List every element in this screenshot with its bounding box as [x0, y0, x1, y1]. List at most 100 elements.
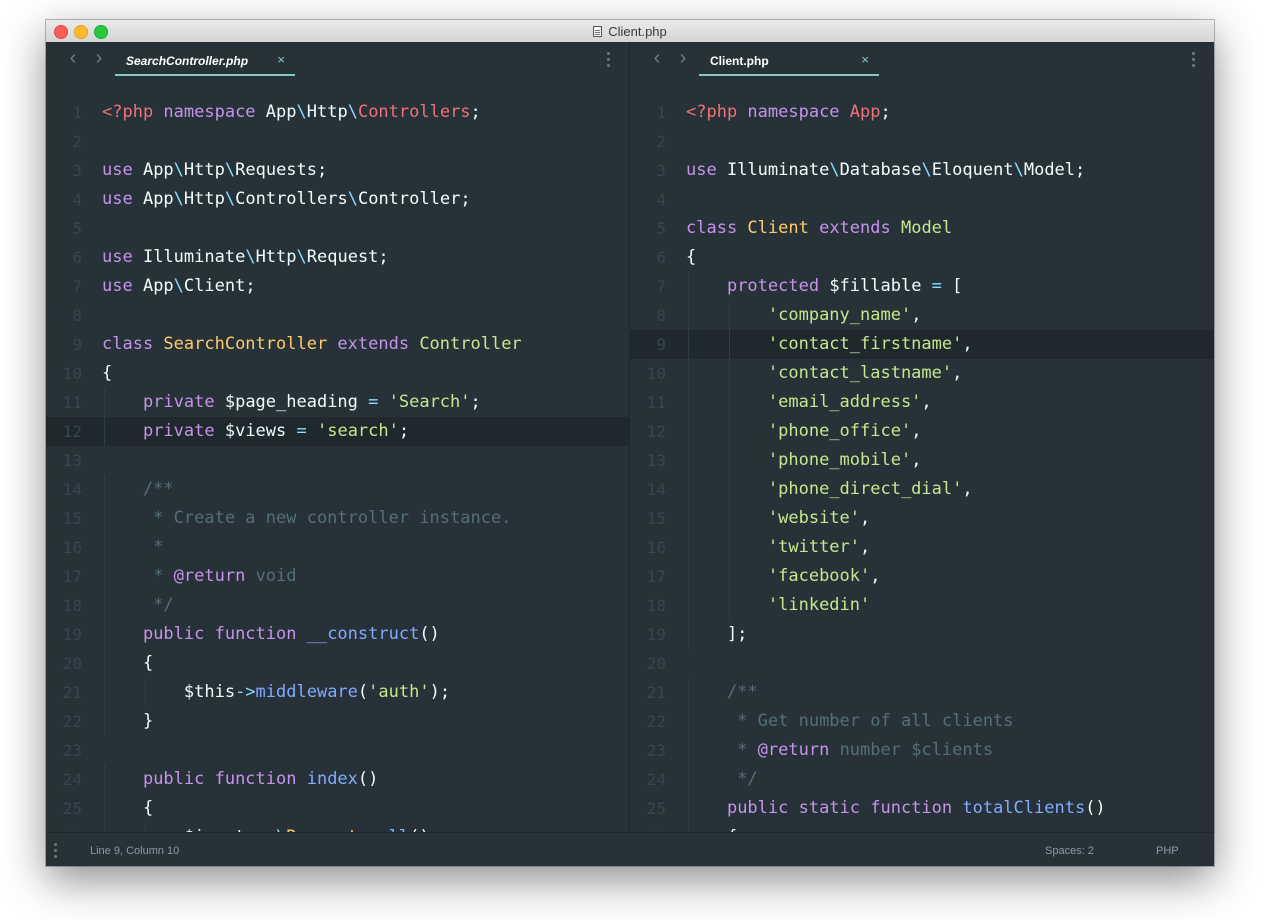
- line-text: 'company_name',: [686, 301, 922, 330]
- code-line[interactable]: 11 'email_address',: [630, 388, 1214, 417]
- back-arrow-icon[interactable]: ‹: [650, 48, 664, 68]
- code-line[interactable]: 21 /**: [630, 678, 1214, 707]
- tab-searchcontroller[interactable]: SearchController.php ×: [115, 42, 295, 76]
- code-line[interactable]: 10 {: [46, 359, 629, 388]
- tab-close-icon[interactable]: ×: [861, 52, 869, 67]
- code-line[interactable]: 13 'phone_mobile',: [630, 446, 1214, 475]
- code-line[interactable]: 19 ];: [630, 620, 1214, 649]
- code-line[interactable]: 14 /**: [46, 475, 629, 504]
- tab-close-icon[interactable]: ×: [277, 52, 285, 67]
- code-line[interactable]: 2: [46, 127, 629, 156]
- code-line[interactable]: 18 'linkedin': [630, 591, 1214, 620]
- code-token: private: [142, 392, 225, 412]
- code-line[interactable]: 8: [46, 301, 629, 330]
- code-token: \: [224, 189, 236, 209]
- code-area[interactable]: 1 <?php namespace App\Http\Controllers; 2 3…: [46, 98, 629, 832]
- cursor-position[interactable]: Line 9, Column 10: [90, 845, 179, 857]
- code-line[interactable]: 6 use Illuminate\Http\Request;: [46, 243, 629, 272]
- line-number: 17: [646, 567, 666, 586]
- code-token: */: [726, 769, 758, 789]
- code-line[interactable]: 5: [46, 214, 629, 243]
- forward-arrow-icon[interactable]: ›: [676, 48, 690, 68]
- code-line[interactable]: 1 <?php namespace App\Http\Controllers;: [46, 98, 629, 127]
- code-line[interactable]: 24 public function index(): [46, 765, 629, 794]
- code-line[interactable]: 25 {: [46, 794, 629, 823]
- pane-menu-icon[interactable]: [607, 52, 611, 68]
- line-number: 25: [62, 799, 82, 818]
- code-line[interactable]: 6{: [630, 243, 1214, 272]
- line-text: class SearchController extends Controlle…: [102, 330, 522, 359]
- code-line[interactable]: 8 'company_name',: [630, 301, 1214, 330]
- code-line[interactable]: 11 private $page_heading = 'Search';: [46, 388, 629, 417]
- line-text: 'email_address',: [686, 388, 932, 417]
- code-line[interactable]: 14 'phone_direct_dial',: [630, 475, 1214, 504]
- code-line[interactable]: 26 $input = \Request::all();: [46, 823, 629, 832]
- code-token: private: [142, 421, 225, 441]
- pane-menu-icon[interactable]: [1192, 52, 1196, 68]
- code-token: extends: [337, 334, 420, 354]
- left-editor-pane[interactable]: ‹ › SearchController.php × 1 <?php namesp…: [46, 42, 629, 832]
- code-line[interactable]: 4 use App\Http\Controllers\Controller;: [46, 185, 629, 214]
- code-token: (): [357, 769, 379, 789]
- code-line[interactable]: 3 use App\Http\Requests;: [46, 156, 629, 185]
- right-editor-pane[interactable]: ‹ › Client.php × 1 <?php namespace App; 2 3…: [630, 42, 1214, 832]
- code-line[interactable]: 5 class Client extends Model: [630, 214, 1214, 243]
- code-line[interactable]: 21 $this->middleware('auth');: [46, 678, 629, 707]
- code-line[interactable]: 26 {: [630, 823, 1214, 832]
- code-line[interactable]: 9 'contact_firstname',: [630, 330, 1214, 359]
- code-token: App: [849, 102, 881, 122]
- code-line[interactable]: 9 class SearchController extends Controll…: [46, 330, 629, 359]
- code-line[interactable]: 10 'contact_lastname',: [630, 359, 1214, 388]
- line-text: 'website',: [686, 504, 870, 533]
- code-token: 'phone_direct_dial': [767, 479, 963, 499]
- forward-arrow-icon[interactable]: ›: [92, 48, 106, 68]
- indentation-setting[interactable]: Spaces: 2: [1045, 845, 1094, 857]
- code-token: /**: [142, 479, 174, 499]
- line-number: 14: [62, 480, 82, 499]
- code-token: namespace: [747, 102, 850, 122]
- code-line[interactable]: 16 'twitter',: [630, 533, 1214, 562]
- code-line[interactable]: 13: [46, 446, 629, 475]
- syntax-mode[interactable]: PHP: [1156, 845, 1179, 857]
- code-line[interactable]: 15 * Create a new controller instance.: [46, 504, 629, 533]
- code-line[interactable]: 22 }: [46, 707, 629, 736]
- code-token: Controller;: [357, 189, 471, 209]
- code-area[interactable]: 1 <?php namespace App; 2 3 use Illuminate\Da…: [630, 98, 1214, 832]
- code-line[interactable]: 12 'phone_office',: [630, 417, 1214, 446]
- code-line[interactable]: 24 */: [630, 765, 1214, 794]
- code-line[interactable]: 3 use Illuminate\Database\Eloquent\Model;: [630, 156, 1214, 185]
- code-token: ,: [911, 450, 922, 470]
- code-line[interactable]: 23 * @return number $clients: [630, 736, 1214, 765]
- line-number: 14: [646, 480, 666, 499]
- code-line[interactable]: 16 *: [46, 533, 629, 562]
- code-line[interactable]: 15 'website',: [630, 504, 1214, 533]
- code-token: *: [142, 566, 174, 586]
- code-line[interactable]: 23: [46, 736, 629, 765]
- sidebar-toggle-icon[interactable]: [54, 843, 57, 861]
- code-token: ;: [880, 102, 891, 122]
- code-line[interactable]: 17 'facebook',: [630, 562, 1214, 591]
- code-line[interactable]: 19 public function __construct(): [46, 620, 629, 649]
- code-line[interactable]: 7 use App\Client;: [46, 272, 629, 301]
- line-number: 5: [72, 219, 82, 238]
- code-token: $fillable: [829, 276, 932, 296]
- tab-client[interactable]: Client.php ×: [699, 42, 879, 76]
- code-line[interactable]: 17 * @return void: [46, 562, 629, 591]
- code-token: 'twitter': [767, 537, 861, 557]
- code-line[interactable]: 25 public static function totalClients(): [630, 794, 1214, 823]
- code-line[interactable]: 4: [630, 185, 1214, 214]
- code-line[interactable]: 2: [630, 127, 1214, 156]
- line-text: {: [102, 359, 112, 388]
- code-line[interactable]: 7 protected $fillable = [: [630, 272, 1214, 301]
- line-text: /**: [102, 475, 174, 504]
- code-line[interactable]: 12 private $views = 'search';: [46, 417, 629, 446]
- line-number: 12: [646, 422, 666, 441]
- code-line[interactable]: 18 */: [46, 591, 629, 620]
- code-line[interactable]: 20 {: [46, 649, 629, 678]
- code-line[interactable]: 1 <?php namespace App;: [630, 98, 1214, 127]
- code-line[interactable]: 22 * Get number of all clients: [630, 707, 1214, 736]
- code-token: Illuminate: [726, 160, 830, 180]
- back-arrow-icon[interactable]: ‹: [66, 48, 80, 68]
- code-line[interactable]: 20: [630, 649, 1214, 678]
